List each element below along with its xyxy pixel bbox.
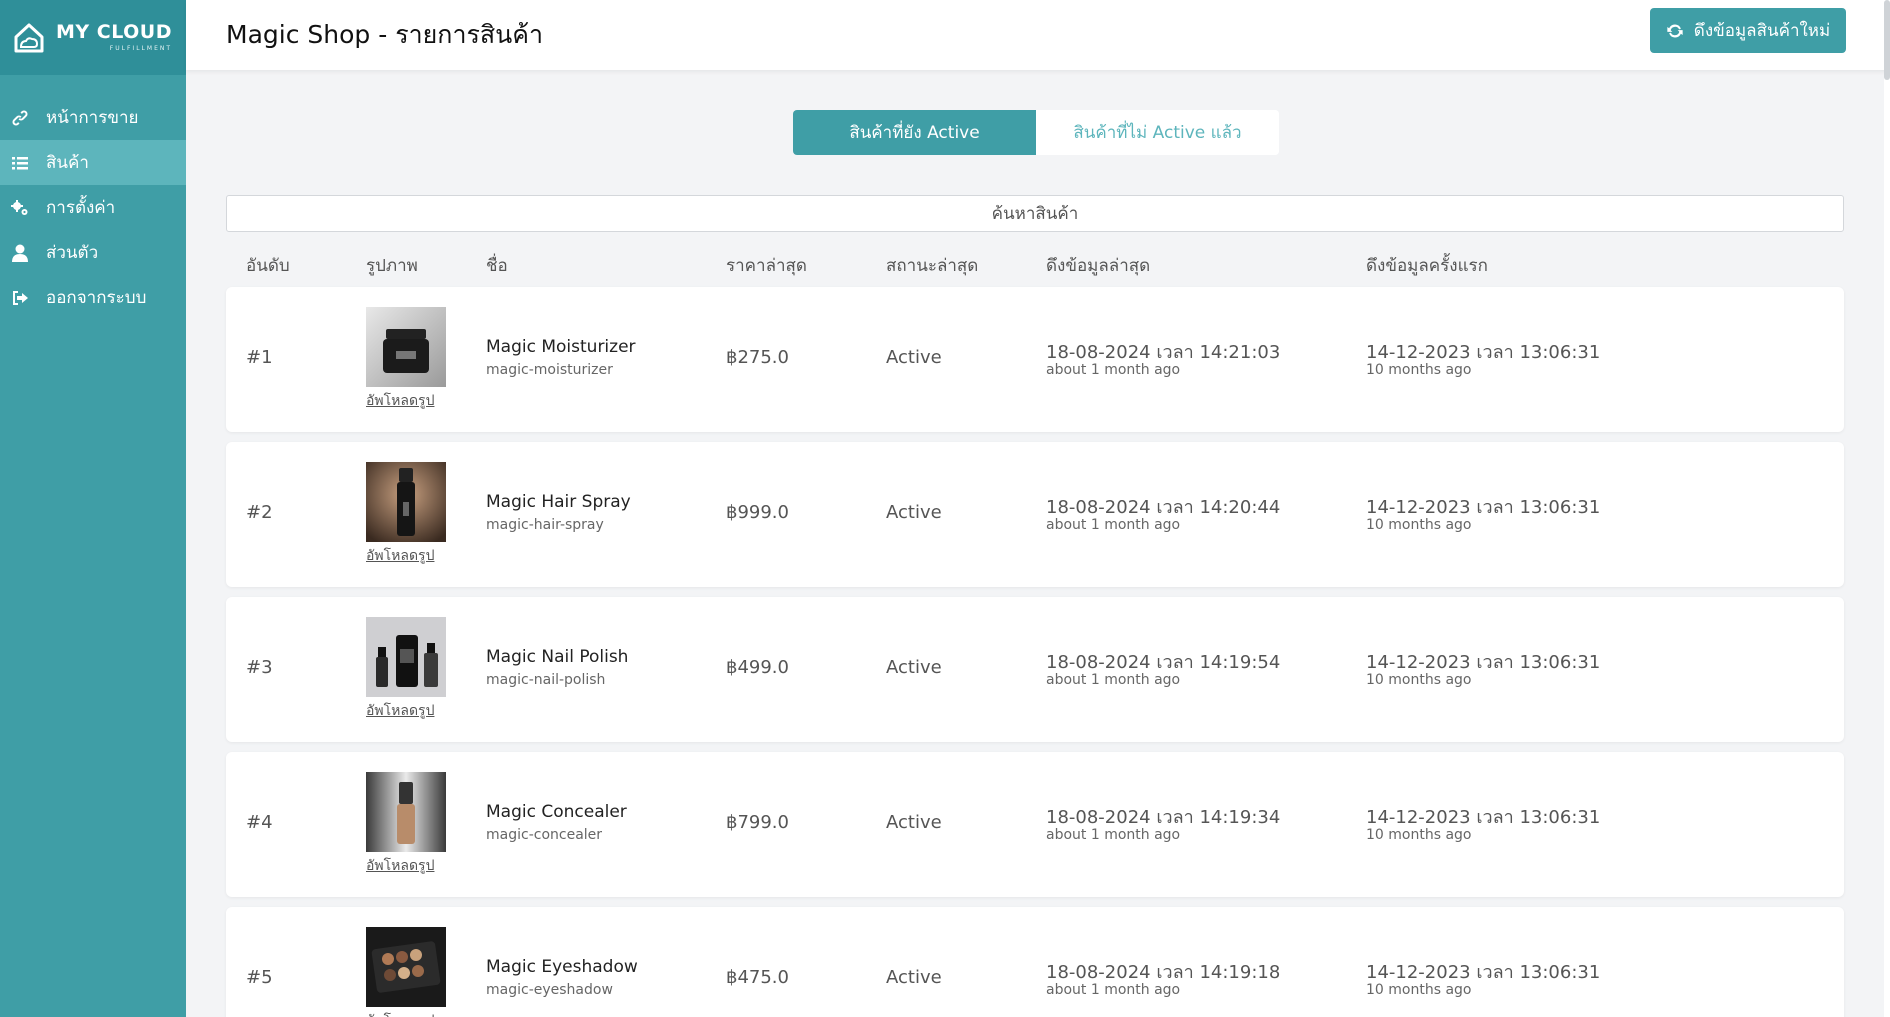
first-fetch-relative: 10 months ago <box>1366 362 1472 378</box>
tab-inactive-products[interactable]: สินค้าที่ไม่ Active แล้ว <box>1036 110 1279 155</box>
search-input[interactable] <box>226 195 1844 232</box>
product-price: ฿799.0 <box>726 812 789 833</box>
table-row[interactable]: #2 อัพโหลดรูป Magic Hair Spray magic-hai… <box>226 442 1844 587</box>
product-slug: magic-hair-spray <box>486 517 604 533</box>
col-first-fetch: ดึงข้อมูลครั้งแรก <box>1366 256 1488 276</box>
top-bar: Magic Shop - รายการสินค้า ดึงข้อมูลสินค้… <box>186 0 1890 70</box>
product-status: Active <box>886 347 942 368</box>
cloud-house-icon <box>14 23 44 52</box>
product-price: ฿499.0 <box>726 657 789 678</box>
last-fetch-relative: about 1 month ago <box>1046 982 1181 998</box>
table-row[interactable]: #4 อัพโหลดรูป Magic Concealer magic-conc… <box>226 752 1844 897</box>
col-image: รูปภาพ <box>366 256 418 276</box>
first-fetch-relative: 10 months ago <box>1366 517 1472 533</box>
last-fetch-relative: about 1 month ago <box>1046 362 1181 378</box>
refresh-icon <box>1667 24 1683 37</box>
upload-image-link[interactable]: อัพโหลดรูป <box>366 390 434 412</box>
user-icon <box>8 243 32 263</box>
product-slug: magic-moisturizer <box>486 362 613 378</box>
product-image <box>366 462 446 542</box>
gears-icon <box>8 198 32 218</box>
product-price: ฿275.0 <box>726 347 789 368</box>
product-image <box>366 617 446 697</box>
sidebar: MY CLOUD FULFILLMENT หน้าการขาย สินค้า ก… <box>0 0 186 1017</box>
sidebar-item-label: การตั้งค่า <box>46 198 116 218</box>
link-icon <box>8 108 32 128</box>
brand-logo[interactable]: MY CLOUD FULFILLMENT <box>0 0 186 75</box>
sidebar-nav: หน้าการขาย สินค้า การตั้งค่า ส่วนตัว ออก… <box>0 95 186 320</box>
first-fetch-relative: 10 months ago <box>1366 672 1472 688</box>
main-content: Magic Shop - รายการสินค้า ดึงข้อมูลสินค้… <box>186 0 1890 1017</box>
product-name: Magic Eyeshadow <box>486 957 638 977</box>
product-name: Magic Concealer <box>486 802 627 822</box>
page-title: Magic Shop - รายการสินค้า <box>226 20 544 49</box>
list-icon <box>8 153 32 173</box>
product-slug: magic-nail-polish <box>486 672 606 688</box>
first-fetch-relative: 10 months ago <box>1366 982 1472 998</box>
sidebar-item-settings[interactable]: การตั้งค่า <box>0 185 186 230</box>
col-price: ราคาล่าสุด <box>726 256 807 276</box>
col-status: สถานะล่าสุด <box>886 256 979 276</box>
rank: #3 <box>246 657 273 678</box>
sidebar-item-products[interactable]: สินค้า <box>0 140 186 185</box>
upload-image-link[interactable]: อัพโหลดรูป <box>366 855 434 877</box>
rank: #4 <box>246 812 273 833</box>
table-header: อันดับ รูปภาพ ชื่อ ราคาล่าสุด สถานะล่าสุ… <box>226 250 1844 278</box>
sidebar-item-label: สินค้า <box>46 153 89 173</box>
first-fetch-relative: 10 months ago <box>1366 827 1472 843</box>
upload-image-link[interactable]: อัพโหลดรูป <box>366 545 434 567</box>
last-fetch-relative: about 1 month ago <box>1046 517 1181 533</box>
product-price: ฿475.0 <box>726 967 789 988</box>
upload-image-link[interactable]: อัพโหลดรูป <box>366 1010 434 1017</box>
product-name: Magic Nail Polish <box>486 647 629 667</box>
product-status: Active <box>886 812 942 833</box>
sidebar-item-label: ส่วนตัว <box>46 243 99 263</box>
sidebar-item-sales-page[interactable]: หน้าการขาย <box>0 95 186 140</box>
product-status: Active <box>886 967 942 988</box>
tab-active-products[interactable]: สินค้าที่ยัง Active <box>793 110 1036 155</box>
sidebar-item-label: ออกจากระบบ <box>46 288 147 308</box>
sign-out-icon <box>8 288 32 308</box>
col-rank: อันดับ <box>246 256 290 276</box>
product-image <box>366 772 446 852</box>
table-row[interactable]: #1 อัพโหลดรูป Magic Moisturizer magic-mo… <box>226 287 1844 432</box>
product-slug: magic-concealer <box>486 827 603 843</box>
product-status: Active <box>886 502 942 523</box>
sidebar-item-label: หน้าการขาย <box>46 108 139 128</box>
refresh-label: ดึงข้อมูลสินค้าใหม่ <box>1693 21 1831 41</box>
product-status: Active <box>886 657 942 678</box>
page-scrollbar[interactable] <box>1884 0 1890 1017</box>
status-toggle: สินค้าที่ยัง Active สินค้าที่ไม่ Active … <box>793 110 1279 155</box>
table-row[interactable]: #3 อัพโหลดรูป Magic Nail Polish magic-na… <box>226 597 1844 742</box>
table-row[interactable]: #5 อัพโหลดรูป Magic Eyeshadow magic-eyes… <box>226 907 1844 1017</box>
scrollbar-thumb[interactable] <box>1884 0 1890 80</box>
last-fetch-relative: about 1 month ago <box>1046 827 1181 843</box>
product-image <box>366 307 446 387</box>
col-name: ชื่อ <box>486 256 508 276</box>
col-last-fetch: ดึงข้อมูลล่าสุด <box>1046 256 1151 276</box>
sidebar-item-profile[interactable]: ส่วนตัว <box>0 230 186 275</box>
rank: #1 <box>246 347 273 368</box>
refresh-products-button[interactable]: ดึงข้อมูลสินค้าใหม่ <box>1650 8 1846 53</box>
product-name: Magic Hair Spray <box>486 492 631 512</box>
last-fetch-relative: about 1 month ago <box>1046 672 1181 688</box>
rank: #2 <box>246 502 273 523</box>
product-name: Magic Moisturizer <box>486 337 636 357</box>
product-image <box>366 927 446 1007</box>
product-price: ฿999.0 <box>726 502 789 523</box>
sidebar-item-logout[interactable]: ออกจากระบบ <box>0 275 186 320</box>
brand-sub: FULFILLMENT <box>109 45 173 52</box>
product-slug: magic-eyeshadow <box>486 982 613 998</box>
upload-image-link[interactable]: อัพโหลดรูป <box>366 700 434 722</box>
brand-name: MY CLOUD <box>56 21 173 43</box>
rank: #5 <box>246 967 273 988</box>
